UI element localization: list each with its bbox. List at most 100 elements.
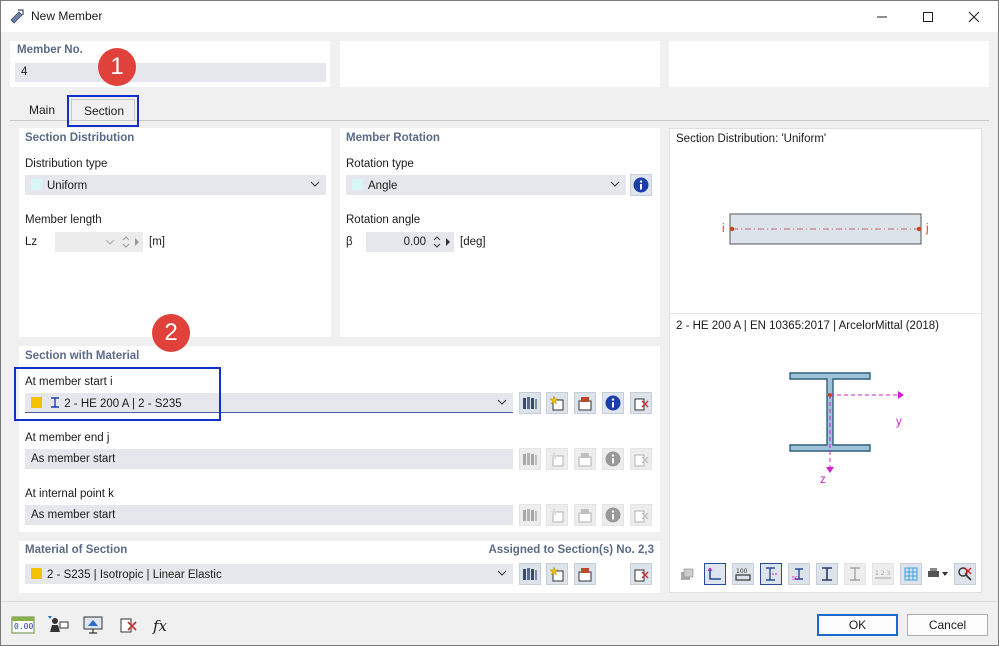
new-section-button[interactable]: [546, 392, 568, 414]
show-numbering-button[interactable]: 1 2 3: [872, 563, 894, 585]
section-library-button-internal[interactable]: [519, 504, 541, 526]
section-library-button-end[interactable]: [519, 448, 541, 470]
member-length-input[interactable]: [55, 232, 143, 252]
delete-object-button[interactable]: [116, 614, 140, 636]
show-values-button[interactable]: 100: [732, 563, 754, 585]
library-icon: [523, 397, 537, 409]
internal-point-section-field[interactable]: As member start: [25, 505, 513, 525]
empty-header-panel-2: [340, 41, 660, 87]
material-of-section-title: Material of Section: [25, 544, 128, 556]
info-icon: [605, 507, 621, 523]
material-of-section-panel: Material of Section Assigned to Section(…: [19, 541, 660, 593]
show-dimensions-button[interactable]: [704, 563, 726, 585]
maximize-icon: [923, 11, 933, 22]
distribution-caption: Section Distribution: 'Uniform': [676, 133, 827, 145]
close-button[interactable]: [951, 1, 997, 32]
minimize-button[interactable]: [859, 1, 905, 32]
tab-main[interactable]: Main: [19, 99, 65, 121]
new-section-button-end[interactable]: [546, 448, 568, 470]
rotation-type-label: Rotation type: [346, 158, 414, 170]
new-section-icon: [550, 508, 564, 523]
show-section-button[interactable]: [816, 563, 838, 585]
delete-section-button[interactable]: [630, 392, 652, 414]
show-outline-button[interactable]: [844, 563, 866, 585]
section-info-button-internal[interactable]: [602, 504, 624, 526]
section-library-button[interactable]: [519, 392, 541, 414]
footer-divider: [1, 601, 998, 602]
centroid-icon: SC: [792, 568, 803, 582]
preview-settings-button[interactable]: [676, 563, 698, 585]
info-details-button[interactable]: [46, 614, 70, 636]
assigned-sections-label: Assigned to Section(s) No. 2,3: [488, 544, 655, 556]
edit-material-button[interactable]: [574, 563, 596, 585]
member-no-label: Member No.: [17, 44, 83, 56]
grid-icon: [904, 567, 918, 581]
show-centroid-button[interactable]: SC: [788, 563, 810, 585]
print-dropdown-button[interactable]: [926, 563, 950, 585]
step-marker-1-label: 1: [110, 53, 124, 80]
spinner-icon[interactable]: [122, 235, 130, 249]
axes-icon: [766, 567, 778, 581]
arrow-right-icon[interactable]: [445, 238, 451, 246]
preview-panel: Section Distribution: 'Uniform' i j 2 - …: [669, 128, 983, 593]
member-no-panel: Member No. 4: [10, 41, 330, 87]
member-distribution-graphic: [729, 213, 922, 245]
member-no-input[interactable]: 4: [15, 63, 326, 82]
delete-section-button-end[interactable]: [630, 448, 652, 470]
info-icon: [605, 451, 621, 467]
numeric-input-button[interactable]: 0.00: [11, 614, 35, 636]
edit-section-button-internal[interactable]: [574, 504, 596, 526]
member-rotation-title: Member Rotation: [346, 132, 440, 144]
material-value: 2 - S235 | Isotropic | Linear Elastic: [47, 569, 222, 581]
stack-icon: [681, 568, 694, 580]
distribution-type-label: Distribution type: [25, 158, 108, 170]
section-caption: 2 - HE 200 A | EN 10365:2017 | ArcelorMi…: [676, 320, 939, 332]
step-marker-1: 1: [98, 48, 136, 86]
delete-section-icon: [634, 454, 649, 467]
show-grid-button[interactable]: [900, 563, 922, 585]
cancel-label: Cancel: [928, 618, 967, 632]
lz-label: Lz: [25, 236, 38, 248]
maximize-button[interactable]: [905, 1, 951, 32]
section-info-button-end[interactable]: [602, 448, 624, 470]
beta-label: β: [346, 236, 353, 248]
title-bar: New Member: [1, 1, 998, 32]
material-select[interactable]: 2 - S235 | Isotropic | Linear Elastic: [25, 564, 513, 584]
step-marker-2-label: 2: [164, 319, 178, 346]
delete-section-button-internal[interactable]: [630, 504, 652, 526]
info-icon: [605, 395, 621, 411]
zoom-reset-icon: [958, 567, 972, 581]
axis-z-label: z: [820, 474, 826, 486]
distribution-type-select[interactable]: Uniform: [25, 175, 326, 195]
chevron-down-icon: [610, 181, 620, 187]
member-length-label: Member length: [25, 214, 102, 226]
monitor-icon: [83, 616, 103, 634]
ok-button[interactable]: OK: [817, 614, 898, 636]
material-library-button[interactable]: [519, 563, 541, 585]
section-info-button[interactable]: [602, 392, 624, 414]
edit-section-button-end[interactable]: [574, 448, 596, 470]
close-icon: [968, 11, 980, 22]
view-button[interactable]: [81, 614, 105, 636]
new-material-button[interactable]: [546, 563, 568, 585]
reset-view-button[interactable]: [954, 563, 976, 585]
arrow-right-icon[interactable]: [134, 238, 140, 246]
rotation-angle-input[interactable]: 0.00: [366, 232, 454, 252]
rotation-type-select[interactable]: Angle: [346, 175, 626, 195]
rotation-info-button[interactable]: [630, 174, 652, 196]
new-section-icon: [549, 395, 564, 411]
angle-swatch: [352, 179, 363, 190]
member-end-label: At member end j: [25, 432, 110, 444]
numeric-icon-text: 0.00: [14, 622, 34, 631]
new-section-button-internal[interactable]: [546, 504, 568, 526]
spinner-icon[interactable]: [433, 235, 441, 249]
show-axes-button[interactable]: [760, 563, 782, 585]
delete-material-button[interactable]: [630, 563, 652, 585]
rotation-angle-value: 0.00: [403, 236, 426, 248]
uniform-swatch: [31, 179, 42, 190]
cancel-button[interactable]: Cancel: [907, 614, 988, 636]
edit-section-button[interactable]: [574, 392, 596, 414]
member-end-section-field[interactable]: As member start: [25, 449, 513, 469]
formula-button[interactable]: fx: [151, 614, 175, 636]
rotation-angle-label: Rotation angle: [346, 214, 421, 226]
